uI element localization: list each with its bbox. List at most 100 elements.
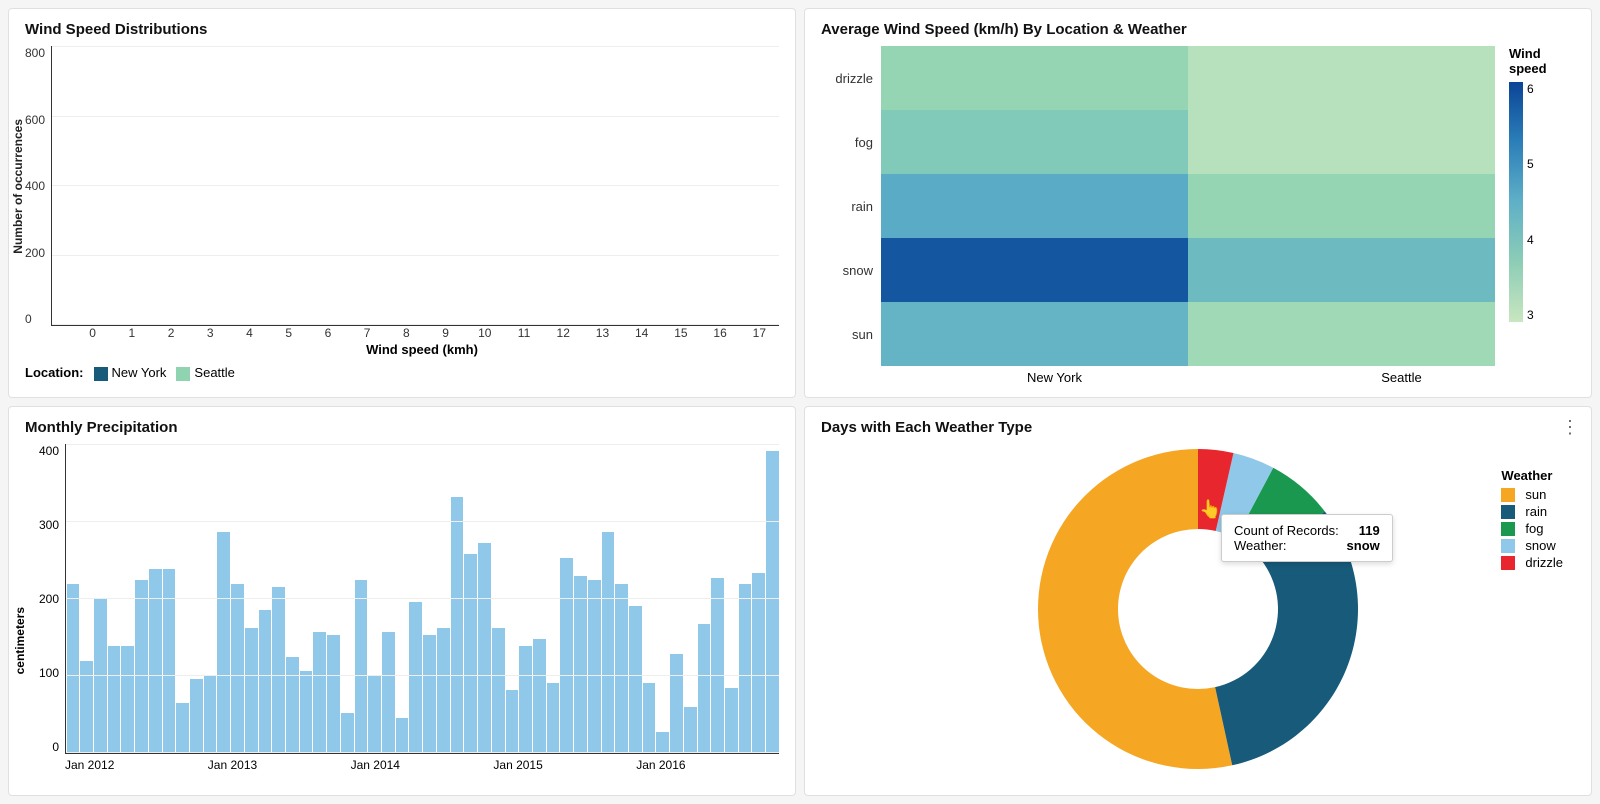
precip-bar[interactable] [300, 671, 313, 753]
legend-item-seattle[interactable]: Seattle [176, 365, 234, 381]
legend-ticks: 6543 [1527, 82, 1575, 322]
x-ticks: Jan 2012Jan 2013Jan 2014Jan 2015Jan 2016 [25, 758, 779, 772]
heat-cell[interactable] [1188, 46, 1495, 110]
legend-item-newyork[interactable]: New York [94, 365, 167, 381]
precip-bar[interactable] [615, 584, 628, 753]
precip-bar[interactable] [176, 703, 189, 753]
precip-bar[interactable] [396, 718, 409, 753]
precip-bar[interactable] [121, 646, 134, 753]
precip-bar[interactable] [437, 628, 450, 753]
panel-title: Days with Each Weather Type [821, 419, 1575, 436]
precip-bar[interactable] [217, 532, 230, 753]
precip-bar[interactable] [506, 690, 519, 753]
swatch-icon [1501, 522, 1515, 536]
heat-cell[interactable] [1188, 302, 1495, 366]
precip-bar[interactable] [766, 451, 779, 753]
precip-bar[interactable] [382, 632, 395, 753]
legend-item-rain[interactable]: rain [1501, 504, 1563, 519]
panel-precipitation: Monthly Precipitation centimeters 400300… [8, 406, 796, 796]
panel-title: Wind Speed Distributions [25, 21, 779, 38]
precip-bar[interactable] [108, 646, 121, 753]
precip-bar[interactable] [725, 688, 738, 753]
heat-cell[interactable] [881, 110, 1188, 174]
precip-bar[interactable] [80, 661, 93, 753]
precip-bar[interactable] [492, 628, 505, 753]
heat-cell[interactable] [1188, 110, 1495, 174]
y-axis-label: centimeters [13, 607, 27, 674]
precip-bar[interactable] [204, 676, 217, 753]
y-axis-label: Number of occurrences [11, 119, 25, 254]
precip-bar[interactable] [560, 558, 573, 753]
precip-bar[interactable] [711, 578, 724, 753]
precip-bar[interactable] [341, 713, 354, 753]
swatch-icon [1501, 488, 1515, 502]
precip-bar[interactable] [451, 497, 464, 753]
precip-bar[interactable] [259, 610, 272, 753]
precip-bar[interactable] [656, 732, 669, 753]
cursor-icon: 👆 [1199, 499, 1221, 520]
donut-svg[interactable] [1033, 444, 1363, 774]
precip-bar[interactable] [423, 635, 436, 753]
precip-bar[interactable] [752, 573, 765, 753]
plot-area[interactable] [881, 46, 1495, 366]
precip-bar[interactable] [670, 654, 683, 753]
precip-bar[interactable] [190, 679, 203, 753]
precip-bar[interactable] [149, 569, 162, 753]
precip-bar[interactable] [547, 683, 560, 753]
x-ticks: New YorkSeattle [821, 370, 1575, 385]
precip-bar[interactable] [698, 624, 711, 753]
legend-item-fog[interactable]: fog [1501, 521, 1563, 536]
precip-bar[interactable] [163, 569, 176, 753]
plot-area[interactable] [51, 46, 779, 326]
heat-cell[interactable] [881, 174, 1188, 238]
precip-bar[interactable] [313, 632, 326, 753]
precip-bar[interactable] [588, 580, 601, 753]
heat-cell[interactable] [881, 46, 1188, 110]
legend: Location: New York Seattle [25, 365, 779, 381]
precip-bar[interactable] [739, 584, 752, 753]
precip-bar[interactable] [409, 602, 422, 753]
donut-plot[interactable]: Count of Records:119 Weather:snow 👆 Weat… [821, 444, 1575, 774]
precip-bar[interactable] [519, 646, 532, 753]
precip-bar[interactable] [286, 657, 299, 753]
swatch-icon [1501, 539, 1515, 553]
heat-cell[interactable] [1188, 174, 1495, 238]
precip-bar[interactable] [643, 683, 656, 753]
heatmap-plot: drizzlefograinsnowsun Wind speed 6543 [821, 46, 1575, 366]
legend-item-drizzle[interactable]: drizzle [1501, 555, 1563, 570]
precip-bar[interactable] [464, 554, 477, 753]
precip-bar[interactable] [272, 587, 285, 753]
precip-bar[interactable] [684, 707, 697, 753]
precip-bar[interactable] [602, 532, 615, 753]
plot-area[interactable] [65, 444, 779, 754]
precip-bar[interactable] [574, 576, 587, 753]
legend-item-sun[interactable]: sun [1501, 487, 1563, 502]
precip-bar[interactable] [67, 584, 80, 753]
precip-bar[interactable] [355, 580, 368, 753]
precip-bar[interactable] [245, 628, 258, 753]
precip-bar[interactable] [368, 676, 381, 753]
precip-bar[interactable] [231, 584, 244, 753]
panel-title: Monthly Precipitation [25, 419, 779, 436]
swatch-icon [1501, 505, 1515, 519]
precip-bar[interactable] [478, 543, 491, 753]
legend-item-snow[interactable]: snow [1501, 538, 1563, 553]
x-axis-label: Wind speed (kmh) [25, 342, 779, 357]
heat-cell[interactable] [881, 302, 1188, 366]
color-legend: Wind speed 6543 [1495, 46, 1575, 366]
y-ticks: drizzlefograinsnowsun [821, 46, 881, 366]
panel-wind-speed-hist: Wind Speed Distributions Number of occur… [8, 8, 796, 398]
precip-bar[interactable] [533, 639, 546, 753]
legend-title: Wind speed [1509, 46, 1575, 76]
precip-bar[interactable] [94, 599, 107, 754]
heat-cell[interactable] [1188, 238, 1495, 302]
legend: Weather sunrainfogsnowdrizzle [1501, 468, 1563, 572]
histogram-plot: 8006004002000 [25, 46, 779, 326]
tooltip: Count of Records:119 Weather:snow [1221, 514, 1393, 562]
precip-bar[interactable] [135, 580, 148, 753]
heat-cell[interactable] [881, 238, 1188, 302]
more-icon[interactable]: ⋮ [1561, 417, 1579, 438]
precip-bar[interactable] [327, 635, 340, 753]
precip-bar[interactable] [629, 606, 642, 753]
swatch-icon [1501, 556, 1515, 570]
